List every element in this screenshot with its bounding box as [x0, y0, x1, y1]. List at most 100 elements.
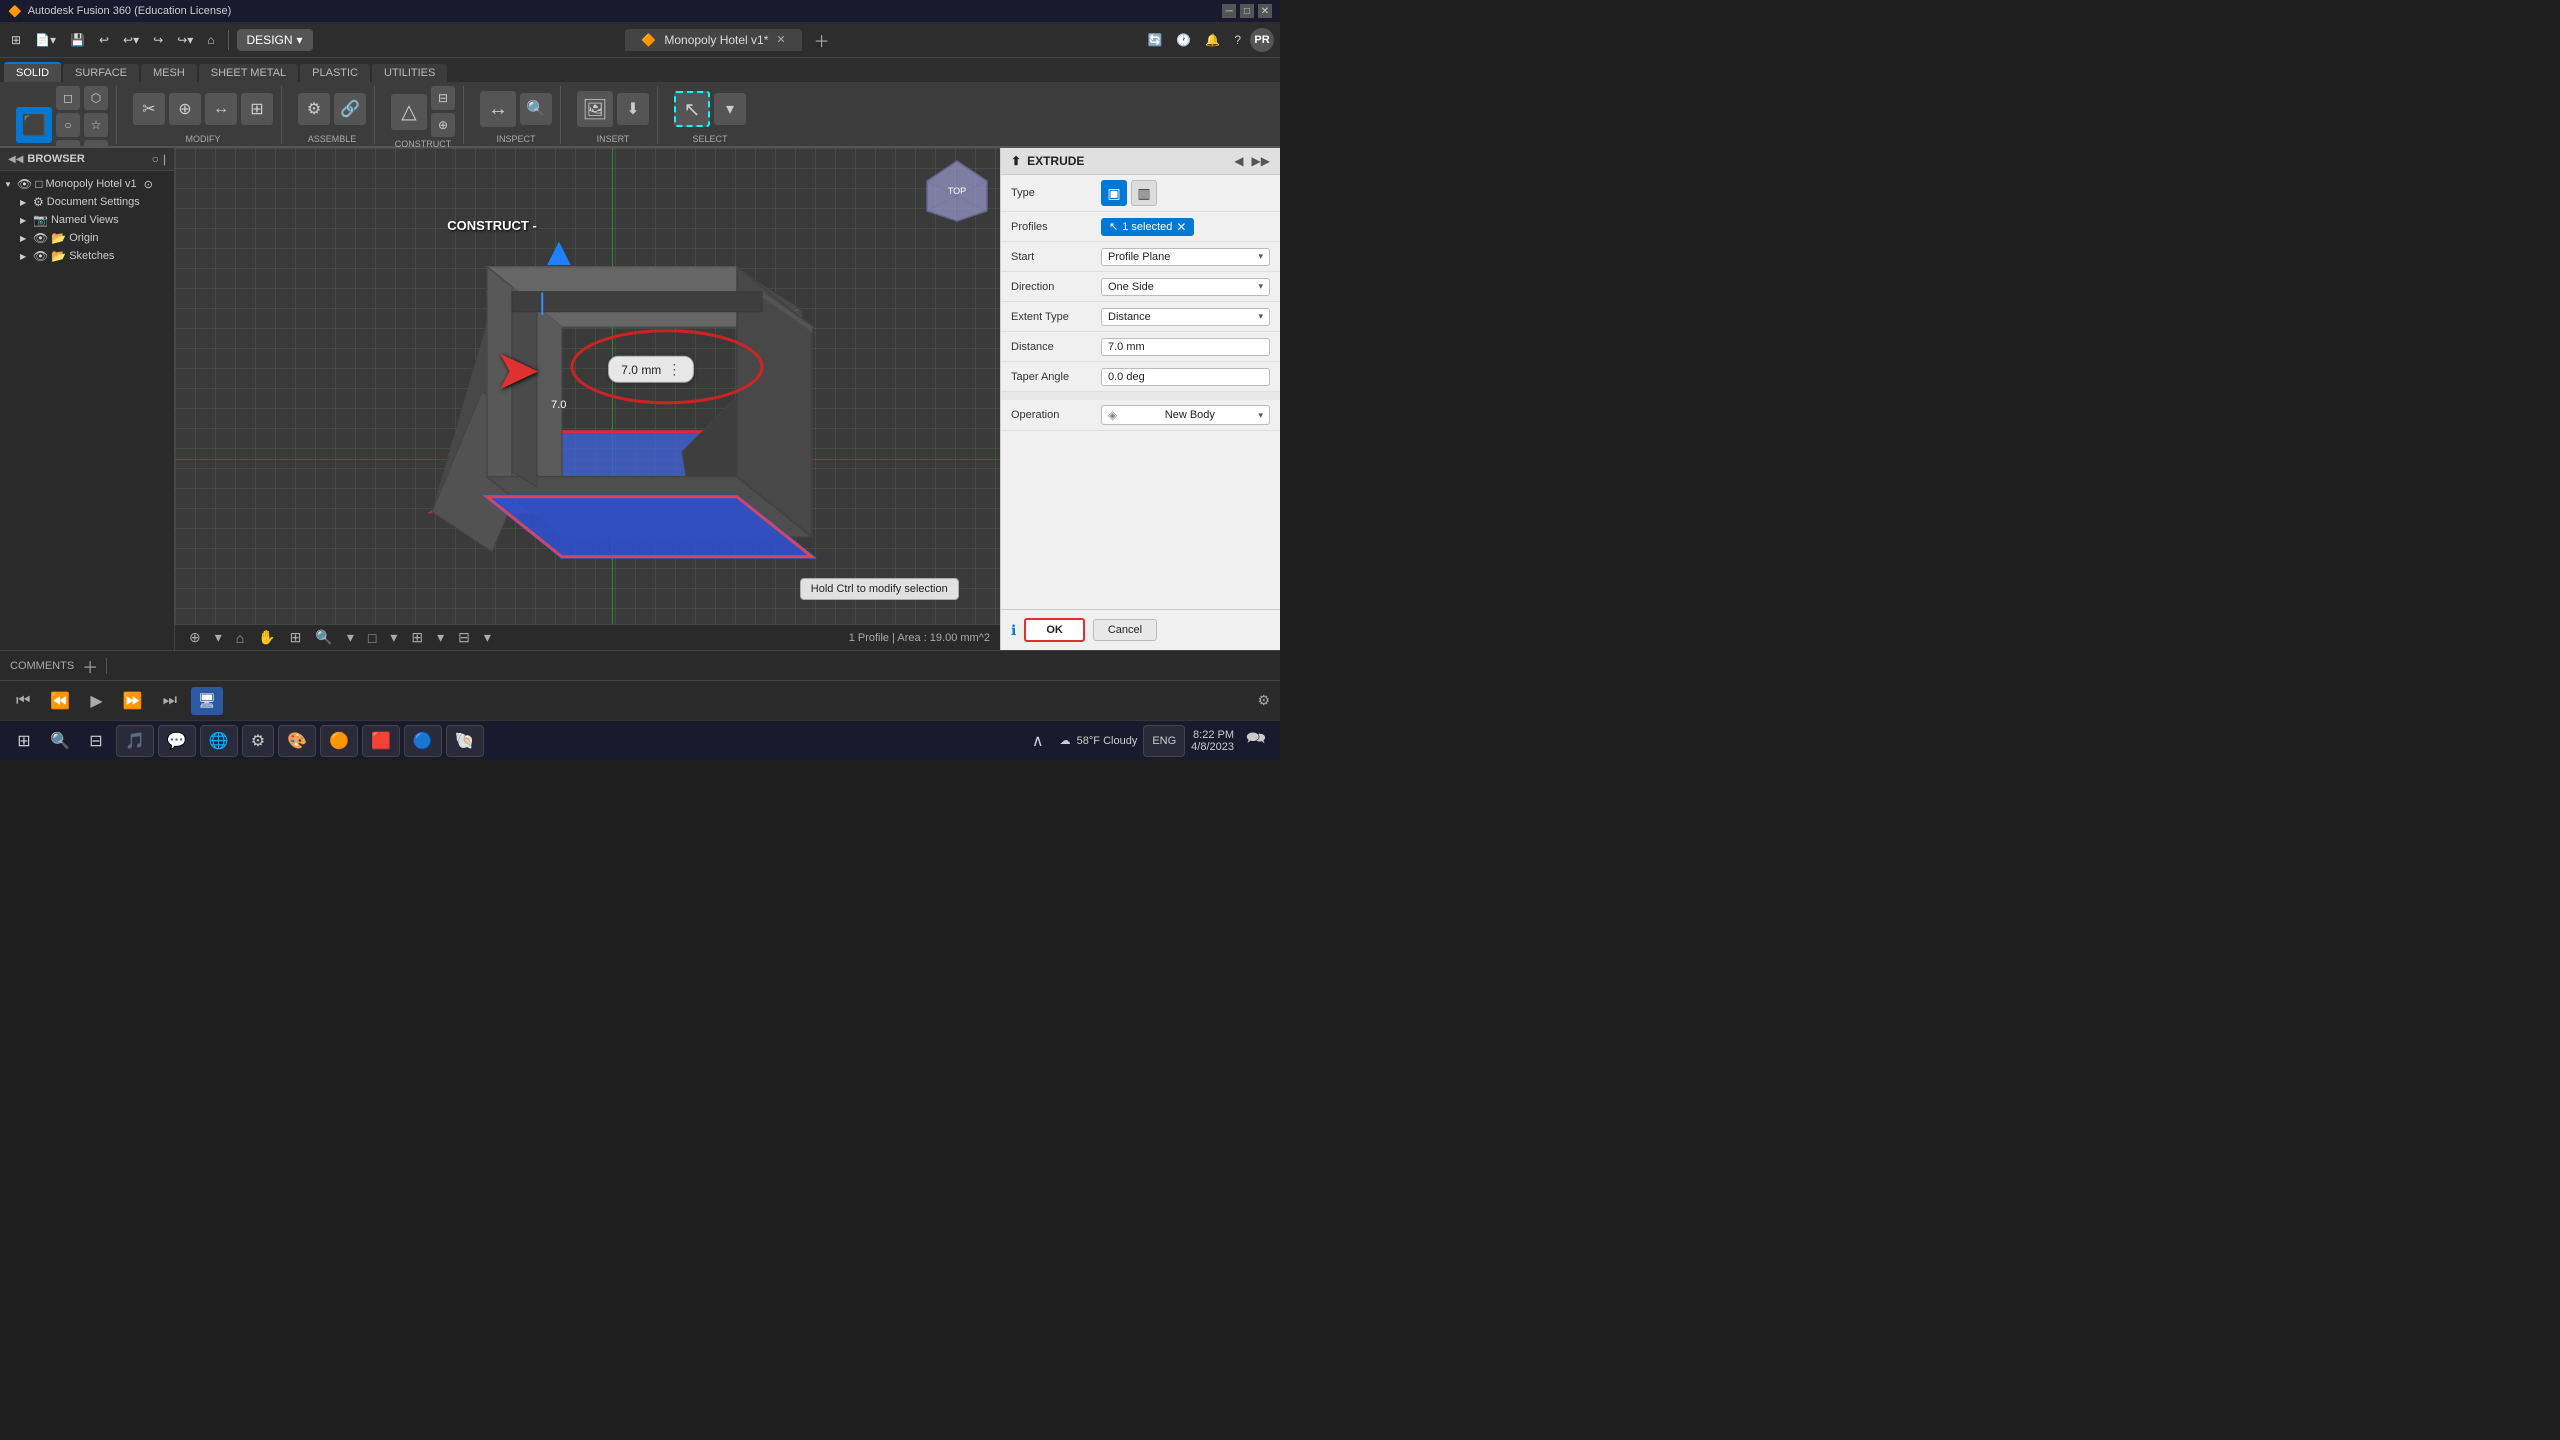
start-select[interactable]: Profile Plane ▾: [1101, 248, 1270, 266]
refresh-btn[interactable]: 🔄: [1142, 31, 1167, 49]
toolbar-undo-btn[interactable]: ↩: [94, 31, 114, 49]
modify-icon-4[interactable]: ⊞: [241, 93, 273, 125]
tree-item-3[interactable]: ▶ 👁 📂 Origin: [0, 229, 174, 247]
vp-pan-btn[interactable]: ✋: [254, 627, 279, 648]
design-button[interactable]: DESIGN ▾: [237, 29, 313, 51]
tab-close-btn[interactable]: ✕: [776, 33, 785, 46]
vp-view-dropdown-btn[interactable]: ▾: [480, 627, 495, 648]
operation-select[interactable]: ◈ New Body ▾: [1101, 405, 1270, 425]
title-bar-controls[interactable]: ─ □ ✕: [1222, 4, 1272, 18]
inspect-icon-2[interactable]: 🔍: [520, 93, 552, 125]
ribbon-tab-plastic[interactable]: PLASTIC: [300, 64, 370, 82]
toolbar-home-btn[interactable]: ⊞: [6, 31, 26, 49]
toolbar-save-btn[interactable]: 💾: [65, 31, 90, 49]
construct-icon-3[interactable]: ⊕: [431, 113, 455, 137]
taskbar-app-browser[interactable]: 🔵: [404, 725, 442, 757]
vp-orbit-btn[interactable]: ⊕: [185, 627, 205, 648]
taskbar-app-spotify[interactable]: 🎵: [116, 725, 154, 757]
vp-display-btn[interactable]: □: [364, 628, 380, 648]
modify-icon-3[interactable]: ↔: [205, 93, 237, 125]
vp-grid-dropdown-btn[interactable]: ▾: [433, 627, 448, 648]
taper-input[interactable]: [1101, 368, 1270, 386]
type-solid-btn[interactable]: ▣: [1101, 180, 1127, 206]
create-icon-5[interactable]: ☆: [84, 113, 108, 137]
clock-btn[interactable]: 🕐: [1171, 31, 1196, 49]
toolbar-file-btn[interactable]: 📄▾: [30, 31, 61, 49]
modify-label[interactable]: MODIFY: [186, 134, 221, 144]
info-icon[interactable]: ℹ: [1011, 622, 1016, 639]
vp-fit-btn[interactable]: ⊞: [286, 627, 306, 648]
maximize-button[interactable]: □: [1240, 4, 1254, 18]
toolbar-home2-btn[interactable]: ⌂: [202, 31, 219, 49]
vp-zoom-dropdown-btn[interactable]: ▾: [343, 627, 358, 648]
create-extrude-icon[interactable]: ⬛: [16, 107, 52, 143]
ok-button[interactable]: OK: [1024, 618, 1085, 642]
taskbar-notification-btn[interactable]: 🗪: [1240, 725, 1272, 757]
create-icon-1[interactable]: ◻: [56, 86, 80, 110]
tooltip-more-btn[interactable]: ⋮: [667, 361, 681, 378]
media-settings-btn[interactable]: ⚙: [1257, 692, 1270, 709]
help-btn[interactable]: ?: [1229, 31, 1246, 49]
construct-icon-1[interactable]: △: [391, 94, 427, 130]
bell-btn[interactable]: 🔔: [1200, 31, 1225, 49]
vp-orbit-dropdown-btn[interactable]: ▾: [211, 627, 226, 648]
toolbar-redo2-btn[interactable]: ↪▾: [172, 31, 198, 49]
taskbar-app-f360-2[interactable]: 🟥: [362, 725, 400, 757]
ribbon-tab-utilities[interactable]: UTILITIES: [372, 64, 447, 82]
ribbon-tab-sheet[interactable]: SHEET METAL: [199, 64, 298, 82]
taskbar-lang-btn[interactable]: ENG: [1143, 725, 1185, 757]
taskbar-up-arrow-btn[interactable]: ∧: [1022, 725, 1054, 757]
new-tab-btn[interactable]: ＋: [814, 28, 830, 52]
taskbar-app-chrome[interactable]: 🌐: [200, 725, 238, 757]
assemble-label[interactable]: ASSEMBLE: [308, 134, 357, 144]
modify-icon-1[interactable]: ✂: [133, 93, 165, 125]
panel-expand-left-btn[interactable]: ◀: [1234, 154, 1243, 168]
user-avatar[interactable]: PR: [1250, 28, 1274, 52]
ribbon-tab-solid[interactable]: SOLID: [4, 62, 61, 82]
distance-input[interactable]: [1101, 338, 1270, 356]
vp-view-btn[interactable]: ⊟: [454, 627, 474, 648]
taskbar-clock[interactable]: 8:22 PM 4/8/2023: [1191, 729, 1234, 753]
taskbar-app-paint[interactable]: 🎨: [278, 725, 316, 757]
sidebar-collapse-btn[interactable]: ◀◀: [8, 154, 23, 165]
media-next-btn[interactable]: ⏩: [117, 688, 149, 714]
navcube[interactable]: TOP: [922, 156, 992, 226]
construct-icon-2[interactable]: ⊟: [431, 86, 455, 110]
sidebar-pin-btn[interactable]: |: [163, 152, 166, 166]
taskbar-app-line[interactable]: 💬: [158, 725, 196, 757]
create-icon-4[interactable]: ⬡: [84, 86, 108, 110]
toolbar-undo2-btn[interactable]: ↩▾: [118, 31, 144, 49]
ribbon-tab-surface[interactable]: SURFACE: [63, 64, 139, 82]
sidebar-eye-btn[interactable]: ○: [152, 152, 159, 166]
insert-label[interactable]: INSERT: [597, 134, 630, 144]
inspect-label[interactable]: INSPECT: [496, 134, 535, 144]
ribbon-tab-mesh[interactable]: MESH: [141, 64, 197, 82]
taskbar-start-btn[interactable]: ⊞: [8, 725, 40, 757]
cancel-button[interactable]: Cancel: [1093, 619, 1157, 641]
profiles-select-btn[interactable]: ↖ 1 selected ✕: [1101, 218, 1194, 236]
type-thin-btn[interactable]: ▥: [1131, 180, 1157, 206]
viewport[interactable]: ➤ ▲| 7.0 7.0 mm ⋮ CONSTRUCT - Hold Ctrl …: [175, 148, 1000, 650]
taskbar-taskview-btn[interactable]: ⊟: [80, 725, 112, 757]
profiles-clear-btn[interactable]: ✕: [1176, 220, 1186, 234]
insert-icon-2[interactable]: ⬇: [617, 93, 649, 125]
minimize-button[interactable]: ─: [1222, 4, 1236, 18]
tree-item-0[interactable]: ▼ 👁 □ Monopoly Hotel v1 ⊙: [0, 175, 174, 193]
select-label[interactable]: SELECT: [692, 134, 727, 144]
tree-item-4[interactable]: ▶ 👁 📂 Sketches: [0, 247, 174, 265]
dimension-tooltip[interactable]: 7.0 mm ⋮: [608, 356, 694, 383]
assemble-icon-1[interactable]: ⚙: [298, 93, 330, 125]
comments-add-btn[interactable]: ＋: [82, 654, 98, 678]
select-icon-2[interactable]: ▾: [714, 93, 746, 125]
media-screen-btn[interactable]: 🖥: [191, 687, 223, 715]
modify-icon-2[interactable]: ⊕: [169, 93, 201, 125]
media-play-btn[interactable]: ▶: [84, 688, 108, 714]
vp-home-btn[interactable]: ⌂: [232, 628, 248, 648]
media-skip-fwd-btn[interactable]: ⏭: [157, 689, 183, 713]
taskbar-search-btn[interactable]: 🔍: [44, 725, 76, 757]
taskbar-app-shell[interactable]: 🐚: [446, 725, 484, 757]
media-prev-btn[interactable]: ⏪: [44, 688, 76, 714]
close-button[interactable]: ✕: [1258, 4, 1272, 18]
extent-type-select[interactable]: Distance ▾: [1101, 308, 1270, 326]
insert-icon-1[interactable]: 🖼: [577, 91, 613, 127]
